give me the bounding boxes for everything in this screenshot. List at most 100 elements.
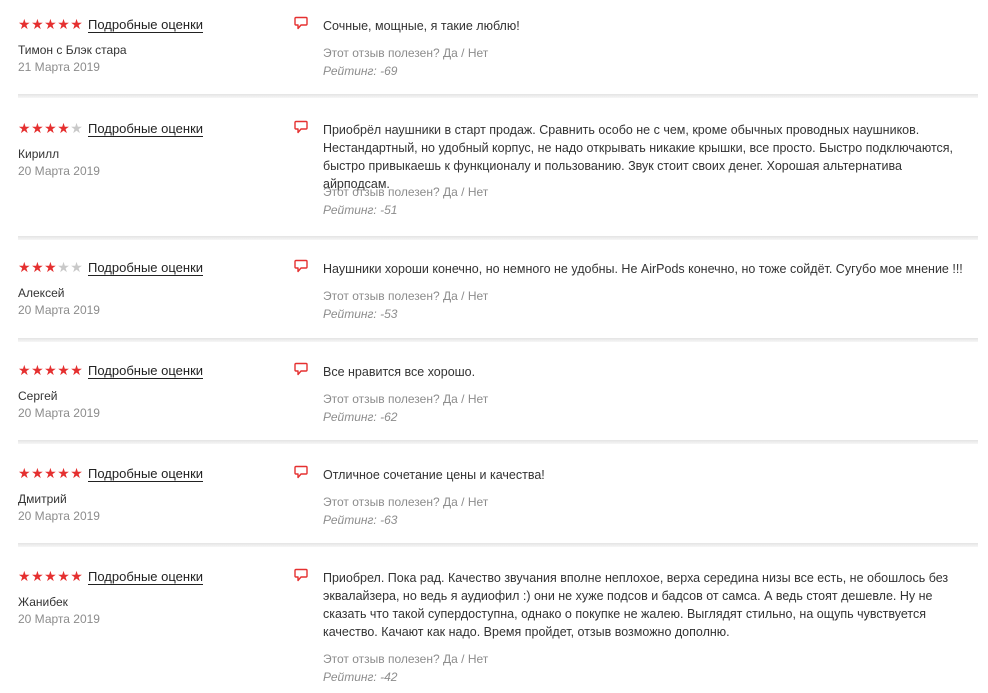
- star-filled-icon: ★: [70, 362, 84, 378]
- star-filled-icon: ★: [44, 259, 58, 275]
- helpful-no-button[interactable]: Нет: [468, 185, 488, 199]
- helpful-no-button[interactable]: Нет: [468, 495, 488, 509]
- review-date: 20 Марта 2019: [18, 406, 100, 420]
- star-filled-icon: ★: [70, 465, 84, 481]
- review-rating-score: Рейтинг: -53: [323, 307, 398, 321]
- star-filled-icon: ★: [57, 568, 71, 584]
- review-date: 20 Марта 2019: [18, 509, 100, 523]
- review-rating-score: Рейтинг: -63: [323, 513, 398, 527]
- review-date: 20 Марта 2019: [18, 612, 100, 626]
- review-rating-score: Рейтинг: -69: [323, 64, 398, 78]
- review-text: Отличное сочетание цены и качества!: [323, 468, 545, 482]
- star-filled-icon: ★: [18, 568, 32, 584]
- review-author: Тимон с Блэк стара: [18, 43, 127, 57]
- star-filled-icon: ★: [31, 568, 45, 584]
- review-author: Жанибек: [18, 595, 68, 609]
- detailed-ratings-link[interactable]: Подробные оценки: [88, 17, 204, 33]
- review-rating-score: Рейтинг: -51: [323, 203, 398, 217]
- star-filled-icon: ★: [44, 465, 58, 481]
- star-filled-icon: ★: [57, 16, 71, 32]
- helpful-yes-button[interactable]: Да: [443, 652, 458, 666]
- helpful-yes-button[interactable]: Да: [443, 495, 458, 509]
- star-filled-icon: ★: [31, 16, 45, 32]
- star-filled-icon: ★: [18, 120, 32, 136]
- star-filled-icon: ★: [70, 568, 84, 584]
- star-filled-icon: ★: [57, 362, 71, 378]
- review-divider: [18, 338, 978, 342]
- star-filled-icon: ★: [44, 16, 58, 32]
- helpful-separator: /: [461, 46, 465, 60]
- review-text: Сочные, мощные, я такие люблю!: [323, 19, 520, 33]
- star-filled-icon: ★: [57, 465, 71, 481]
- review-text: Наушники хороши конечно, но немного не у…: [323, 262, 963, 276]
- review-divider: [18, 440, 978, 444]
- star-filled-icon: ★: [44, 568, 58, 584]
- review-item: ★★★★★ Подробные оценки Жанибек 20 Марта …: [18, 568, 978, 693]
- star-rating: ★★★★★: [18, 568, 83, 584]
- star-filled-icon: ★: [18, 16, 32, 32]
- review-date: 20 Марта 2019: [18, 303, 100, 317]
- comment-icon: [294, 120, 308, 134]
- helpful-question: Этот отзыв полезен?: [323, 652, 440, 666]
- star-filled-icon: ★: [18, 259, 32, 275]
- detailed-ratings-link[interactable]: Подробные оценки: [88, 260, 204, 276]
- comment-icon: [294, 465, 308, 479]
- review-text: Приобрел. Пока рад. Качество звучания вп…: [323, 571, 949, 639]
- detailed-ratings-link[interactable]: Подробные оценки: [88, 363, 204, 379]
- review-item: ★★★★★ Подробные оценки Сергей 20 Марта 2…: [18, 362, 978, 444]
- helpful-separator: /: [461, 185, 465, 199]
- review-author: Дмитрий: [18, 492, 67, 506]
- star-rating: ★★★★★: [18, 120, 83, 136]
- detailed-ratings-link[interactable]: Подробные оценки: [88, 569, 204, 585]
- comment-icon: [294, 568, 308, 582]
- star-rating: ★★★★★: [18, 16, 83, 32]
- review-text: Приобрёл наушники в старт продаж. Сравни…: [323, 123, 954, 191]
- helpful-prompt: Этот отзыв полезен? Да / Нет: [323, 46, 488, 60]
- star-rating: ★★★★★: [18, 259, 83, 275]
- review-author: Сергей: [18, 389, 58, 403]
- star-filled-icon: ★: [18, 362, 32, 378]
- helpful-prompt: Этот отзыв полезен? Да / Нет: [323, 495, 488, 509]
- review-rating-score: Рейтинг: -62: [323, 410, 398, 424]
- helpful-prompt: Этот отзыв полезен? Да / Нет: [323, 185, 488, 199]
- detailed-ratings-link[interactable]: Подробные оценки: [88, 466, 204, 482]
- helpful-no-button[interactable]: Нет: [468, 46, 488, 60]
- review-rating-score: Рейтинг: -42: [323, 670, 398, 684]
- helpful-no-button[interactable]: Нет: [468, 289, 488, 303]
- helpful-separator: /: [461, 289, 465, 303]
- star-filled-icon: ★: [31, 362, 45, 378]
- helpful-separator: /: [461, 652, 465, 666]
- helpful-separator: /: [461, 495, 465, 509]
- helpful-yes-button[interactable]: Да: [443, 289, 458, 303]
- star-filled-icon: ★: [31, 120, 45, 136]
- star-filled-icon: ★: [44, 362, 58, 378]
- star-rating: ★★★★★: [18, 362, 83, 378]
- review-item: ★★★★★ Подробные оценки Дмитрий 20 Марта …: [18, 465, 978, 547]
- helpful-question: Этот отзыв полезен?: [323, 185, 440, 199]
- star-empty-icon: ★: [57, 259, 71, 275]
- star-empty-icon: ★: [70, 259, 84, 275]
- comment-icon: [294, 16, 308, 30]
- helpful-question: Этот отзыв полезен?: [323, 46, 440, 60]
- review-author: Кирилл: [18, 147, 60, 161]
- helpful-no-button[interactable]: Нет: [468, 652, 488, 666]
- star-empty-icon: ★: [70, 120, 84, 136]
- star-filled-icon: ★: [44, 120, 58, 136]
- helpful-separator: /: [461, 392, 465, 406]
- detailed-ratings-link[interactable]: Подробные оценки: [88, 121, 204, 137]
- comment-icon: [294, 362, 308, 376]
- helpful-prompt: Этот отзыв полезен? Да / Нет: [323, 652, 488, 666]
- review-date: 21 Марта 2019: [18, 60, 100, 74]
- helpful-prompt: Этот отзыв полезен? Да / Нет: [323, 289, 488, 303]
- star-filled-icon: ★: [31, 259, 45, 275]
- star-filled-icon: ★: [57, 120, 71, 136]
- helpful-no-button[interactable]: Нет: [468, 392, 488, 406]
- helpful-question: Этот отзыв полезен?: [323, 392, 440, 406]
- star-filled-icon: ★: [70, 16, 84, 32]
- reviews-page: { "icons": { "star": "★", "comment": "co…: [0, 0, 988, 693]
- helpful-yes-button[interactable]: Да: [443, 46, 458, 60]
- helpful-yes-button[interactable]: Да: [443, 185, 458, 199]
- helpful-prompt: Этот отзыв полезен? Да / Нет: [323, 392, 488, 406]
- helpful-yes-button[interactable]: Да: [443, 392, 458, 406]
- review-date: 20 Марта 2019: [18, 164, 100, 178]
